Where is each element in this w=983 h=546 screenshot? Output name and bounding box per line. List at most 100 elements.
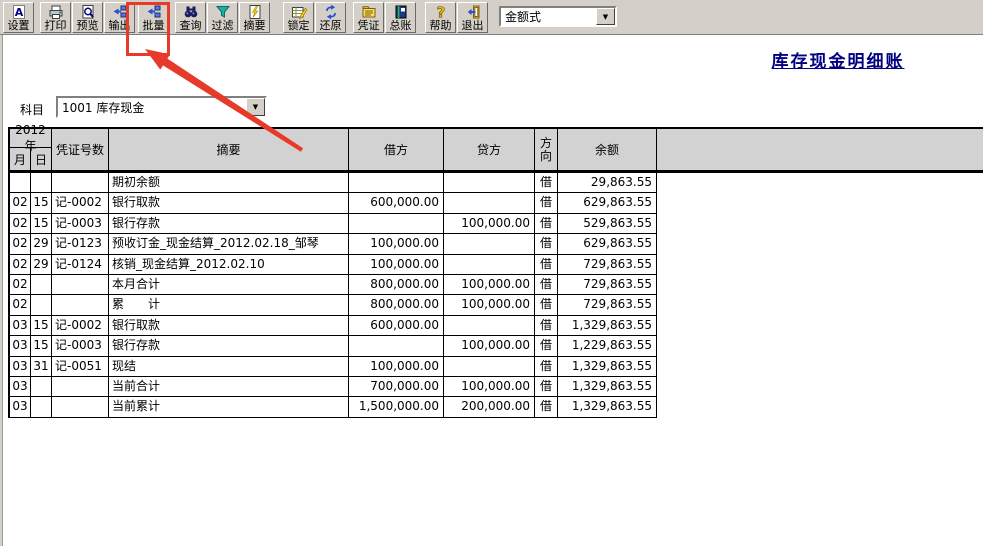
table-row[interactable]: 03 当前合计700,000.00100,000.00借1,329,863.55 xyxy=(10,377,657,397)
cell-balance[interactable]: 629,863.55 xyxy=(558,193,657,212)
cell-day[interactable]: 29 xyxy=(31,255,52,274)
cell-direction[interactable]: 借 xyxy=(535,357,558,376)
cell-credit[interactable]: 100,000.00 xyxy=(444,214,535,233)
cell-debit[interactable]: 800,000.00 xyxy=(349,275,444,294)
cell-voucher[interactable] xyxy=(52,275,109,294)
cell-balance[interactable]: 729,863.55 xyxy=(558,275,657,294)
cell-debit[interactable]: 100,000.00 xyxy=(349,234,444,253)
toolbar-button-search[interactable]: 查询 xyxy=(175,2,206,33)
table-row[interactable]: 0315记-0003银行存款100,000.00借1,229,863.55 xyxy=(10,336,657,356)
cell-month[interactable]: 03 xyxy=(10,377,31,396)
cell-summary[interactable]: 现结 xyxy=(109,357,349,376)
cell-day[interactable] xyxy=(31,173,52,192)
chevron-down-icon[interactable]: ▼ xyxy=(596,8,615,25)
cell-debit[interactable]: 700,000.00 xyxy=(349,377,444,396)
cell-voucher[interactable]: 记-0003 xyxy=(52,336,109,355)
cell-direction[interactable]: 借 xyxy=(535,295,558,314)
cell-direction[interactable]: 借 xyxy=(535,377,558,396)
toolbar-button-preview[interactable]: 预览 xyxy=(72,2,103,33)
toolbar-button-voucher[interactable]: 凭证 xyxy=(353,2,384,33)
cell-balance[interactable]: 529,863.55 xyxy=(558,214,657,233)
cell-debit[interactable] xyxy=(349,173,444,192)
cell-voucher[interactable]: 记-0002 xyxy=(52,193,109,212)
cell-month[interactable]: 02 xyxy=(10,193,31,212)
cell-direction[interactable]: 借 xyxy=(535,336,558,355)
cell-voucher[interactable] xyxy=(52,295,109,314)
cell-balance[interactable]: 29,863.55 xyxy=(558,173,657,192)
cell-direction[interactable]: 借 xyxy=(535,275,558,294)
cell-voucher[interactable]: 记-0123 xyxy=(52,234,109,253)
cell-voucher[interactable]: 记-0002 xyxy=(52,316,109,335)
cell-month[interactable]: 02 xyxy=(10,234,31,253)
cell-balance[interactable]: 729,863.55 xyxy=(558,255,657,274)
cell-day[interactable]: 29 xyxy=(31,234,52,253)
chevron-down-icon[interactable]: ▼ xyxy=(246,98,265,116)
cell-day[interactable]: 15 xyxy=(31,193,52,212)
cell-debit[interactable] xyxy=(349,214,444,233)
cell-day[interactable] xyxy=(31,275,52,294)
cell-debit[interactable]: 600,000.00 xyxy=(349,316,444,335)
toolbar-button-summary[interactable]: 摘要 xyxy=(239,2,270,33)
table-row[interactable]: 0215记-0002银行取款600,000.00借629,863.55 xyxy=(10,193,657,213)
cell-credit[interactable]: 100,000.00 xyxy=(444,377,535,396)
table-row[interactable]: 02 累 计800,000.00100,000.00借729,863.55 xyxy=(10,295,657,315)
cell-day[interactable]: 31 xyxy=(31,357,52,376)
cell-debit[interactable]: 100,000.00 xyxy=(349,357,444,376)
cell-credit[interactable] xyxy=(444,357,535,376)
cell-month[interactable]: 03 xyxy=(10,357,31,376)
cell-voucher[interactable]: 记-0124 xyxy=(52,255,109,274)
cell-credit[interactable] xyxy=(444,234,535,253)
cell-month[interactable]: 03 xyxy=(10,397,31,416)
cell-direction[interactable]: 借 xyxy=(535,214,558,233)
cell-summary[interactable]: 银行取款 xyxy=(109,316,349,335)
cell-month[interactable]: 02 xyxy=(10,214,31,233)
cell-credit[interactable]: 100,000.00 xyxy=(444,295,535,314)
toolbar-button-restore[interactable]: 还原 xyxy=(315,2,346,33)
cell-summary[interactable]: 本月合计 xyxy=(109,275,349,294)
cell-credit[interactable]: 100,000.00 xyxy=(444,336,535,355)
cell-summary[interactable]: 银行取款 xyxy=(109,193,349,212)
cell-debit[interactable]: 1,500,000.00 xyxy=(349,397,444,416)
cell-voucher[interactable] xyxy=(52,173,109,192)
cell-day[interactable]: 15 xyxy=(31,316,52,335)
toolbar-button-exit[interactable]: 退出 xyxy=(457,2,488,33)
cell-credit[interactable] xyxy=(444,193,535,212)
toolbar-button-general-ledger[interactable]: 总账 xyxy=(385,2,416,33)
cell-summary[interactable]: 银行存款 xyxy=(109,214,349,233)
cell-month[interactable]: 02 xyxy=(10,295,31,314)
cell-balance[interactable]: 1,329,863.55 xyxy=(558,397,657,416)
cell-day[interactable]: 15 xyxy=(31,336,52,355)
cell-credit[interactable]: 100,000.00 xyxy=(444,275,535,294)
table-row[interactable]: 0215记-0003银行存款100,000.00借529,863.55 xyxy=(10,214,657,234)
cell-balance[interactable]: 1,329,863.55 xyxy=(558,357,657,376)
table-row[interactable]: 03当前累计1,500,000.00200,000.00借1,329,863.5… xyxy=(10,397,657,417)
cell-direction[interactable]: 借 xyxy=(535,193,558,212)
format-select[interactable]: 金额式 ▼ xyxy=(499,6,617,27)
cell-month[interactable]: 03 xyxy=(10,336,31,355)
cell-day[interactable] xyxy=(31,397,52,416)
cell-month[interactable] xyxy=(10,173,31,192)
cell-balance[interactable]: 729,863.55 xyxy=(558,295,657,314)
table-row[interactable]: 0331记-0051现结100,000.00借1,329,863.55 xyxy=(10,357,657,377)
cell-credit[interactable] xyxy=(444,255,535,274)
table-row[interactable]: 0315记-0002银行取款600,000.00借1,329,863.55 xyxy=(10,316,657,336)
cell-debit[interactable]: 100,000.00 xyxy=(349,255,444,274)
toolbar-button-settings[interactable]: A设置 xyxy=(3,2,34,33)
cell-debit[interactable]: 800,000.00 xyxy=(349,295,444,314)
table-row[interactable]: 0229记-0124核销_现金结算_2012.02.10100,000.00借7… xyxy=(10,255,657,275)
toolbar-button-filter[interactable]: 过滤 xyxy=(207,2,238,33)
cell-balance[interactable]: 1,329,863.55 xyxy=(558,377,657,396)
cell-summary[interactable]: 当前合计 xyxy=(109,377,349,396)
cell-credit[interactable] xyxy=(444,173,535,192)
table-row[interactable]: 期初余额借29,863.55 xyxy=(10,173,657,193)
cell-summary[interactable]: 当前累计 xyxy=(109,397,349,416)
cell-summary[interactable]: 银行存款 xyxy=(109,336,349,355)
cell-month[interactable]: 02 xyxy=(10,255,31,274)
cell-balance[interactable]: 629,863.55 xyxy=(558,234,657,253)
cell-day[interactable] xyxy=(31,377,52,396)
cell-credit[interactable]: 200,000.00 xyxy=(444,397,535,416)
cell-direction[interactable]: 借 xyxy=(535,316,558,335)
cell-summary[interactable]: 累 计 xyxy=(109,295,349,314)
cell-credit[interactable] xyxy=(444,316,535,335)
cell-day[interactable]: 15 xyxy=(31,214,52,233)
